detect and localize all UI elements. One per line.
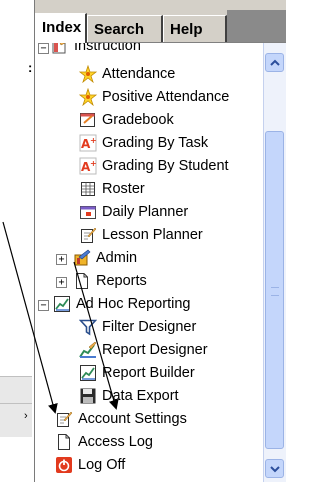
tree-item-label: Log Off	[78, 457, 126, 473]
tree-item-account-settings[interactable]: Account Settings	[55, 408, 187, 430]
chart-report-icon	[79, 364, 97, 382]
tree-item-label: Account Settings	[78, 411, 187, 427]
tree-item-label: Positive Attendance	[102, 89, 230, 105]
collapse-instruction-expander[interactable]: −	[38, 43, 49, 54]
tree-item-label: Report Builder	[102, 365, 195, 381]
tree-item-report-designer[interactable]: Report Designer	[79, 339, 208, 361]
tree-item-label: Instruction	[74, 43, 141, 54]
tab-bar-filler	[227, 10, 286, 42]
tree-item-label: Grading By Task	[102, 135, 209, 151]
grid-icon	[79, 180, 97, 198]
tab-search[interactable]: Search	[87, 15, 163, 42]
tree-item-instruction[interactable]: Instruction	[51, 43, 141, 57]
tree-item-reports[interactable]: Reports	[73, 270, 147, 292]
tree-item-label: Access Log	[78, 434, 153, 450]
page-icon	[55, 433, 73, 451]
admin-tools-icon	[73, 249, 91, 267]
help-navigation-panel: Index Search Help − Instruction Attendan…	[34, 0, 286, 482]
tree-item-log-off[interactable]: Log Off	[55, 454, 125, 476]
chevron-down-icon	[269, 465, 280, 472]
index-tree: − Instruction Attendance Positive Attend…	[35, 43, 263, 482]
scrollbar-thumb[interactable]	[265, 131, 284, 449]
tab-help[interactable]: Help	[163, 15, 227, 42]
tree-item-label: Reports	[96, 273, 147, 289]
svg-text:+: +	[90, 159, 97, 168]
tree-item-label: Report Designer	[102, 342, 208, 358]
tab-index[interactable]: Index	[35, 13, 87, 43]
tree-item-label: Attendance	[102, 66, 176, 82]
tab-bar: Index Search Help	[35, 0, 286, 43]
planner-icon	[79, 203, 97, 221]
grade-a-plus-icon: A +	[79, 157, 97, 175]
tree-item-report-builder[interactable]: Report Builder	[79, 362, 195, 384]
tree-item-label: Grading By Student	[102, 158, 229, 174]
star-icon	[79, 88, 97, 106]
background-text-fragment: :	[28, 60, 33, 75]
expand-reports-expander[interactable]: +	[56, 277, 67, 288]
svg-text:+: +	[90, 136, 97, 145]
tree-item-roster[interactable]: Roster	[79, 178, 145, 200]
book-icon	[51, 43, 69, 55]
scroll-up-button[interactable]	[265, 53, 284, 72]
tree-item-label: Roster	[102, 181, 145, 197]
grade-a-plus-icon: A +	[79, 134, 97, 152]
tree-item-lesson-planner[interactable]: Lesson Planner	[79, 224, 203, 246]
report-designer-icon	[79, 341, 97, 359]
chart-report-icon	[53, 295, 71, 313]
background-window-panel	[0, 376, 32, 437]
background-divider	[0, 403, 32, 404]
collapse-ad-hoc-expander[interactable]: −	[38, 300, 49, 311]
floppy-disk-icon	[79, 387, 97, 405]
grip-icon	[271, 287, 279, 296]
tree-item-positive-attendance[interactable]: Positive Attendance	[79, 86, 229, 108]
tree-item-ad-hoc-reporting[interactable]: Ad Hoc Reporting	[53, 293, 190, 315]
tree-item-label: Gradebook	[102, 112, 174, 128]
power-icon	[55, 456, 73, 474]
page-icon	[73, 272, 91, 290]
gradebook-icon	[79, 111, 97, 129]
scroll-down-button[interactable]	[265, 459, 284, 478]
tree-item-gradebook[interactable]: Gradebook	[79, 109, 174, 131]
vertical-scrollbar[interactable]	[263, 43, 286, 482]
background-text-fragment: ›	[24, 410, 28, 422]
tree-item-label: Filter Designer	[102, 319, 197, 335]
tree-item-label: Lesson Planner	[102, 227, 203, 243]
tree-item-label: Ad Hoc Reporting	[76, 296, 191, 312]
tree-item-grading-by-task[interactable]: A + Grading By Task	[79, 132, 208, 154]
tree-item-grading-by-student[interactable]: A + Grading By Student	[79, 155, 229, 177]
tree-item-data-export[interactable]: Data Export	[79, 385, 179, 407]
tree-item-daily-planner[interactable]: Daily Planner	[79, 201, 188, 223]
tree-item-attendance[interactable]: Attendance	[79, 63, 175, 85]
tree-item-admin[interactable]: Admin	[73, 247, 137, 269]
tree-item-filter-designer[interactable]: Filter Designer	[79, 316, 196, 338]
tree-item-label: Data Export	[102, 388, 179, 404]
tree-item-label: Daily Planner	[102, 204, 189, 220]
star-icon	[79, 65, 97, 83]
funnel-icon	[79, 318, 97, 336]
tree-item-label: Admin	[96, 250, 138, 266]
notepad-pencil-icon	[55, 410, 73, 428]
expand-admin-expander[interactable]: +	[56, 254, 67, 265]
notepad-pencil-icon	[79, 226, 97, 244]
chevron-up-icon	[269, 59, 280, 66]
tree-item-access-log[interactable]: Access Log	[55, 431, 153, 453]
